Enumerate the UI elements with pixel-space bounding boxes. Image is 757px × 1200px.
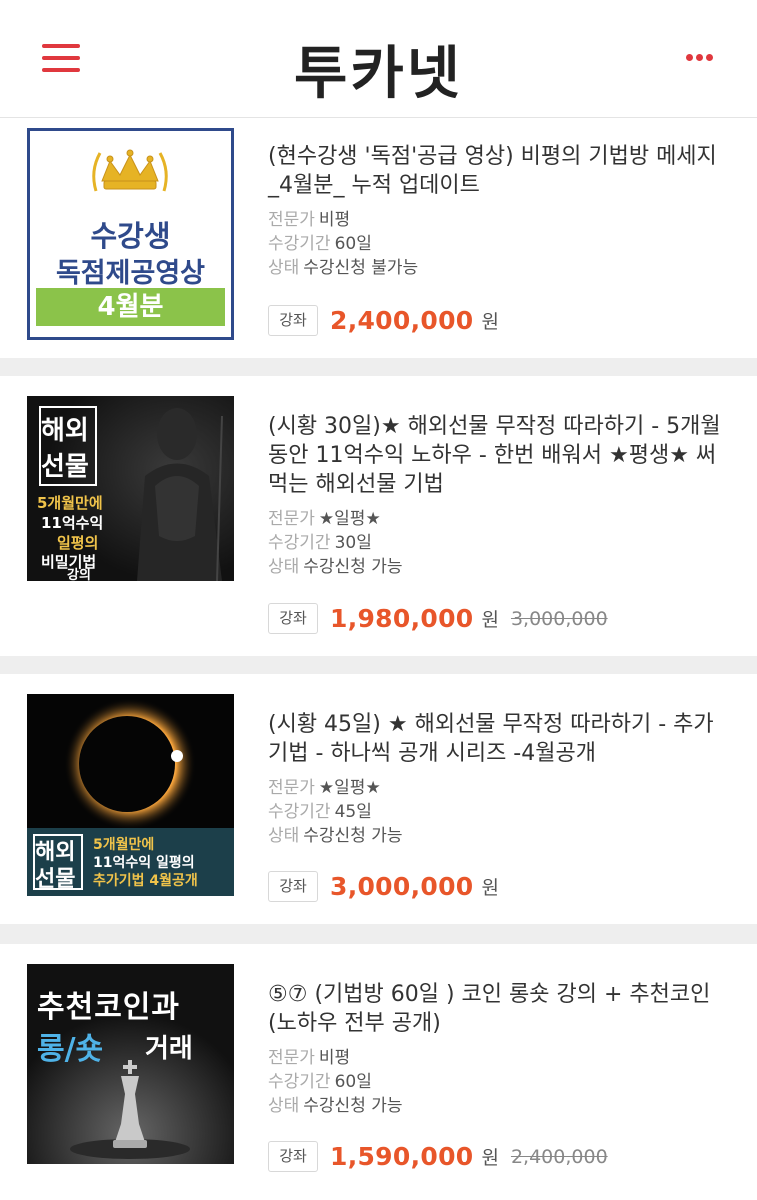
period-value: 60일 xyxy=(334,1072,372,1092)
course-info: (시황 45일) ★ 해외선물 무작정 따라하기 - 추가 기법 - 하나씩 공… xyxy=(268,710,729,848)
thumb-s3: 일평의 xyxy=(57,534,99,552)
thumb-big2: 선물 xyxy=(41,452,89,482)
price-value: 2,400,000 xyxy=(330,306,474,335)
expert-label: 전문가 xyxy=(268,778,315,798)
price-row: 강좌 1,590,000 원 2,400,000 xyxy=(268,1141,608,1172)
expert-label: 전문가 xyxy=(268,1048,315,1068)
expert-value: 비평 xyxy=(318,1048,351,1068)
status-label: 상태 xyxy=(268,258,300,278)
period-value: 45일 xyxy=(334,802,372,822)
thumb-line1: 수강생 xyxy=(90,219,171,253)
thumb-line2: 독점제공영상 xyxy=(55,258,206,289)
thumb-line2a: 롱/숏 xyxy=(37,1032,104,1067)
course-type-badge: 강좌 xyxy=(268,871,318,902)
status-value: 수강신청 가능 xyxy=(303,826,403,846)
expert-value: 비평 xyxy=(318,210,351,230)
more-dots-icon[interactable] xyxy=(686,54,714,64)
status-value: 수강신청 가능 xyxy=(303,557,403,577)
course-info: ⑤⑦ (기법방 60일 ) 코인 롱숏 강의 + 추천코인 (노하우 전부 공개… xyxy=(268,980,729,1118)
currency-label: 원 xyxy=(481,877,499,899)
course-type-badge: 강좌 xyxy=(268,305,318,336)
price-row: 강좌 2,400,000 원 xyxy=(268,305,499,336)
currency-label: 원 xyxy=(481,609,499,631)
course-type-badge: 강좌 xyxy=(268,603,318,634)
status-label: 상태 xyxy=(268,1096,300,1116)
course-info: (현수강생 '독점'공급 영상) 비평의 기법방 메세지 _4월분_ 누적 업데… xyxy=(268,142,729,280)
expert-label: 전문가 xyxy=(268,509,315,529)
thumb-big2: 선물 xyxy=(35,867,76,892)
course-title[interactable]: ⑤⑦ (기법방 60일 ) 코인 롱숏 강의 + 추천코인 (노하우 전부 공개… xyxy=(268,980,729,1038)
period-label: 수강기간 xyxy=(268,533,331,553)
status-value: 수강신청 가능 xyxy=(303,1096,403,1116)
course-type-badge: 강좌 xyxy=(268,1141,318,1172)
price-value: 1,590,000 xyxy=(330,1142,474,1171)
course-card[interactable]: 추천코인과 롱/숏 거래 ⑤⑦ (기법방 60일 ) 코인 롱숏 강의 + 추천… xyxy=(0,944,757,1200)
thumb-big1: 해외 xyxy=(41,416,89,446)
original-price: 2,400,000 xyxy=(510,1145,608,1168)
original-price: 3,000,000 xyxy=(510,607,608,630)
course-card[interactable]: 해외 선물 5개월만에 11억수익 일평의 비밀기법 강의 (시황 30일)★ … xyxy=(0,376,757,656)
course-thumbnail[interactable]: 추천코인과 롱/숏 거래 xyxy=(27,964,234,1164)
currency-label: 원 xyxy=(481,311,499,333)
status-label: 상태 xyxy=(268,826,300,846)
status-label: 상태 xyxy=(268,557,300,577)
site-logo[interactable]: 투카넷 xyxy=(0,27,757,109)
course-title[interactable]: (시황 30일)★ 해외선물 무작정 따라하기 - 5개월 동안 11억수익 노… xyxy=(268,412,729,499)
thumb-line1: 추천코인과 xyxy=(37,990,180,1025)
expert-value: ★일평★ xyxy=(318,509,381,529)
thumb-line3: 4월분 xyxy=(36,288,225,326)
price-value: 3,000,000 xyxy=(330,872,474,901)
price-row: 강좌 3,000,000 원 xyxy=(268,871,499,902)
thumb-s2: 11억수익 xyxy=(41,514,104,532)
course-info: (시황 30일)★ 해외선물 무작정 따라하기 - 5개월 동안 11억수익 노… xyxy=(268,412,729,579)
period-label: 수강기간 xyxy=(268,234,331,254)
course-title[interactable]: (시황 45일) ★ 해외선물 무작정 따라하기 - 추가 기법 - 하나씩 공… xyxy=(268,710,729,768)
course-thumbnail[interactable]: 해외 선물 5개월만에 11억수익 일평의 추가기법 4월공개 xyxy=(27,694,234,896)
thumb-s1: 5개월만에 xyxy=(37,494,103,512)
period-label: 수강기간 xyxy=(268,1072,331,1092)
app-header: 투카넷 xyxy=(0,0,757,118)
status-value: 수강신청 불가능 xyxy=(303,258,419,278)
thumb-s2: 11억수익 일평의 xyxy=(93,855,195,871)
period-label: 수강기간 xyxy=(268,802,331,822)
period-value: 30일 xyxy=(334,533,372,553)
expert-value: ★일평★ xyxy=(318,778,381,798)
thumb-s1: 5개월만에 xyxy=(93,837,155,853)
course-title[interactable]: (현수강생 '독점'공급 영상) 비평의 기법방 메세지 _4월분_ 누적 업데… xyxy=(268,142,729,200)
thumb-s5: 강의 xyxy=(67,568,91,581)
course-card[interactable]: 해외 선물 5개월만에 11억수익 일평의 추가기법 4월공개 (시황 45일)… xyxy=(0,674,757,924)
course-thumbnail[interactable]: 수강생 독점제공영상 4월분 xyxy=(27,128,234,340)
course-thumbnail[interactable]: 해외 선물 5개월만에 11억수익 일평의 비밀기법 강의 xyxy=(27,396,234,581)
expert-label: 전문가 xyxy=(268,210,315,230)
price-value: 1,980,000 xyxy=(330,604,474,633)
course-card[interactable]: 수강생 독점제공영상 4월분 (현수강생 '독점'공급 영상) 비평의 기법방 … xyxy=(0,118,757,358)
currency-label: 원 xyxy=(481,1147,499,1169)
thumb-s3: 추가기법 4월공개 xyxy=(93,873,198,889)
thumb-line2b: 거래 xyxy=(145,1034,193,1064)
price-row: 강좌 1,980,000 원 3,000,000 xyxy=(268,603,608,634)
period-value: 60일 xyxy=(334,234,372,254)
